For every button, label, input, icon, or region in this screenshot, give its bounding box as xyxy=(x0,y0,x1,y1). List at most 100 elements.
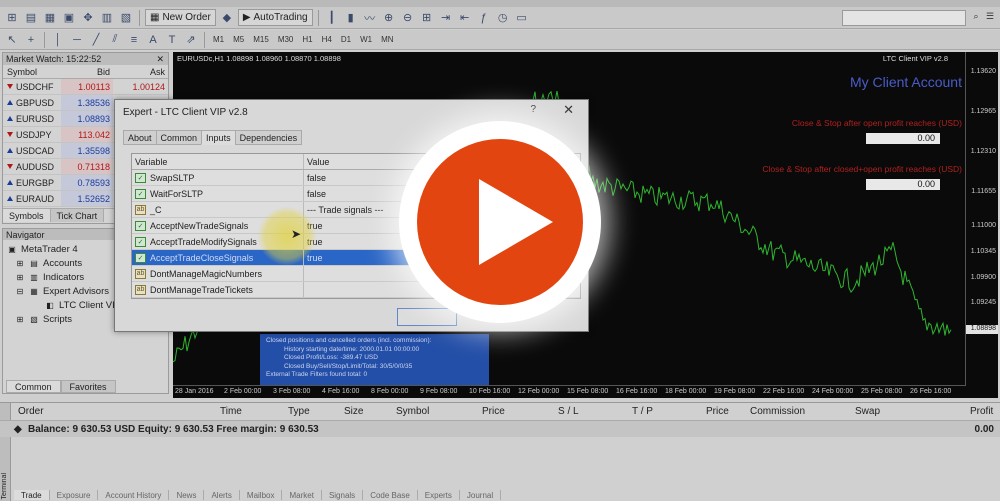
terminal-tab[interactable]: Account History xyxy=(98,490,170,500)
horizontal-line-icon[interactable]: ─ xyxy=(69,32,85,48)
column-header[interactable]: Price xyxy=(482,406,505,417)
line-chart-icon[interactable]: 〰 xyxy=(362,10,378,26)
autotrading-button[interactable]: ▶ AutoTrading xyxy=(237,9,313,26)
text-icon[interactable]: A xyxy=(145,32,161,48)
autotrading-icon: ▶ xyxy=(242,12,251,23)
terminal-tab[interactable]: Market xyxy=(282,490,322,500)
ask-column-header[interactable]: Ask xyxy=(113,65,168,78)
symbol-cell: USDCAD xyxy=(3,146,61,156)
bid-column-header[interactable]: Bid xyxy=(61,65,113,78)
communities-icon[interactable]: ☰ xyxy=(984,10,996,22)
expand-icon[interactable]: ⊞ xyxy=(15,272,25,282)
terminal-tab[interactable]: Code Base xyxy=(363,490,418,500)
symbol-name: GBPUSD xyxy=(16,97,55,108)
terminal-tab[interactable]: Mailbox xyxy=(240,490,283,500)
timeframe-m5[interactable]: M5 xyxy=(230,35,247,44)
tab-tick-chart[interactable]: Tick Chart xyxy=(50,209,105,222)
help-button[interactable]: ? xyxy=(530,104,536,115)
open-profit-field[interactable]: 0.00 xyxy=(866,133,940,144)
terminal-tab[interactable]: Experts xyxy=(418,490,460,500)
cursor-icon[interactable]: ↖ xyxy=(4,32,20,48)
market-watch-icon[interactable]: ▦ xyxy=(42,10,58,26)
label-icon[interactable]: T xyxy=(164,32,180,48)
search-icon[interactable]: ⌕ xyxy=(970,10,982,22)
zoom-in-icon[interactable]: ⊕ xyxy=(381,10,397,26)
indicators-icon[interactable]: ƒ xyxy=(476,10,492,26)
expand-icon[interactable]: ⊞ xyxy=(15,258,25,268)
tab-common[interactable]: Common xyxy=(6,380,61,393)
video-play-button[interactable] xyxy=(399,121,601,323)
terminal-tab[interactable]: Signals xyxy=(322,490,364,500)
trendline-icon[interactable]: ╱ xyxy=(88,32,104,48)
tester-icon[interactable]: ▧ xyxy=(118,10,134,26)
value-cell[interactable]: false xyxy=(304,186,326,201)
expand-icon[interactable]: ⊞ xyxy=(15,314,25,324)
tab-symbols[interactable]: Symbols xyxy=(3,209,51,222)
column-header[interactable]: Symbol xyxy=(396,406,429,417)
terminal-icon[interactable]: ▥ xyxy=(99,10,115,26)
variable-name: _C xyxy=(150,204,162,215)
data-window-icon[interactable]: ▣ xyxy=(61,10,77,26)
column-header[interactable]: Price xyxy=(706,406,729,417)
column-header[interactable]: Type xyxy=(288,406,310,417)
tab-favorites[interactable]: Favorites xyxy=(60,380,116,393)
terminal-tab[interactable]: Alerts xyxy=(204,490,240,500)
zoom-out-icon[interactable]: ⊖ xyxy=(400,10,416,26)
new-order-button[interactable]: ▦ New Order xyxy=(145,9,216,26)
close-button[interactable]: ✕ xyxy=(563,102,574,118)
value-cell[interactable]: --- Trade signals --- xyxy=(304,202,384,217)
column-header[interactable]: Commission xyxy=(750,406,805,417)
timeframe-m30[interactable]: M30 xyxy=(275,35,297,44)
column-header[interactable]: S / L xyxy=(558,406,579,417)
timeframe-h4[interactable]: H4 xyxy=(319,35,335,44)
tab-dependencies[interactable]: Dependencies xyxy=(234,130,303,145)
bar-chart-icon[interactable]: ┃ xyxy=(324,10,340,26)
value-cell[interactable]: false xyxy=(304,170,326,185)
column-header[interactable]: Order xyxy=(18,406,44,417)
time-tick: 10 Feb 16:00 xyxy=(469,388,511,395)
market-watch-row[interactable]: USDCHF 1.00113 1.00124 xyxy=(3,79,168,95)
tile-windows-icon[interactable]: ⊞ xyxy=(419,10,435,26)
fibonacci-icon[interactable]: ≡ xyxy=(126,32,142,48)
channel-icon[interactable]: ⫽ xyxy=(107,32,123,48)
vertical-line-icon[interactable]: │ xyxy=(50,32,66,48)
close-icon[interactable]: ✕ xyxy=(156,54,164,65)
tab-inputs[interactable]: Inputs xyxy=(201,130,236,145)
tab-about[interactable]: About xyxy=(123,130,157,145)
chart-shift-icon[interactable]: ⇤ xyxy=(457,10,473,26)
periods-icon[interactable]: ◷ xyxy=(495,10,511,26)
terminal-tab[interactable]: Exposure xyxy=(50,490,99,500)
column-header[interactable]: Time xyxy=(220,406,242,417)
timeframe-w1[interactable]: W1 xyxy=(357,35,375,44)
profiles-icon[interactable]: ▤ xyxy=(23,10,39,26)
symbol-column-header[interactable]: Symbol xyxy=(3,67,61,77)
column-header[interactable]: Swap xyxy=(855,406,880,417)
metaeditor-icon[interactable]: ◆ xyxy=(219,10,235,26)
tab-common[interactable]: Common xyxy=(155,130,203,145)
timeframe-mn[interactable]: MN xyxy=(378,35,396,44)
timeframe-d1[interactable]: D1 xyxy=(338,35,354,44)
timeframe-m1[interactable]: M1 xyxy=(210,35,227,44)
crosshair-icon[interactable]: + xyxy=(23,32,39,48)
closed-profit-field[interactable]: 0.00 xyxy=(866,179,940,190)
templates-icon[interactable]: ▭ xyxy=(514,10,530,26)
search-input[interactable] xyxy=(842,10,966,26)
value-cell[interactable] xyxy=(304,282,307,297)
autoscroll-icon[interactable]: ⇥ xyxy=(438,10,454,26)
ok-button[interactable] xyxy=(397,308,457,326)
timeframe-m15[interactable]: M15 xyxy=(250,35,272,44)
value-cell[interactable] xyxy=(304,266,307,281)
arrows-icon[interactable]: ⇗ xyxy=(183,32,199,48)
column-header[interactable]: T / P xyxy=(632,406,653,417)
terminal-tab[interactable]: Journal xyxy=(460,490,502,500)
navigator-icon[interactable]: ✥ xyxy=(80,10,96,26)
new-chart-icon[interactable]: ⊞ xyxy=(4,10,20,26)
candles-icon[interactable]: ▮ xyxy=(343,10,359,26)
collapse-icon[interactable]: ⊟ xyxy=(15,286,25,296)
column-header[interactable]: Profit xyxy=(970,406,993,417)
terminal-tab[interactable]: News xyxy=(169,490,205,500)
variable-name: SwapSLTP xyxy=(150,172,195,183)
terminal-tab[interactable]: Trade xyxy=(14,490,50,500)
column-header[interactable]: Size xyxy=(344,406,363,417)
timeframe-h1[interactable]: H1 xyxy=(299,35,315,44)
